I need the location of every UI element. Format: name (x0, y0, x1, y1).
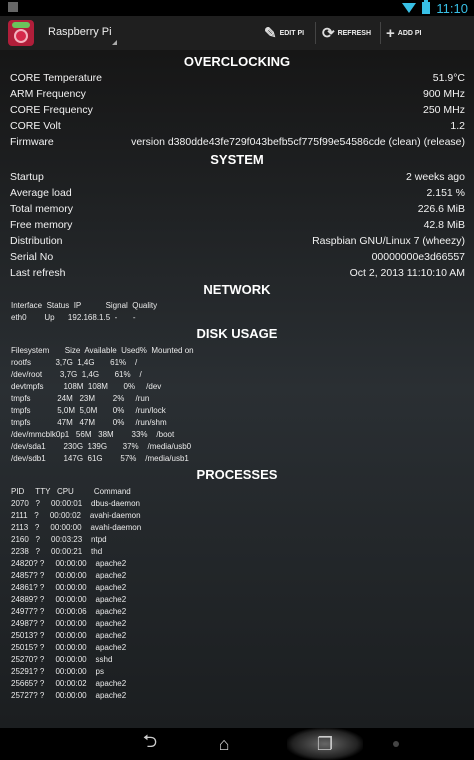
refresh-label: REFRESH (337, 29, 372, 37)
recent-apps-icon[interactable]: ❐ (305, 728, 345, 760)
process-row: 25270? ? 00:00:00 sshd (11, 655, 113, 664)
action-divider (315, 22, 316, 44)
add-pi-label: ADD PI (397, 29, 422, 37)
dropdown-arrow-icon[interactable] (112, 40, 117, 45)
disk-row: rootfs 3,7G 1,4G 61% / (11, 358, 138, 367)
process-row: 24861? ? 00:00:00 apache2 (11, 583, 127, 592)
process-row: 24977? ? 00:00:06 apache2 (11, 607, 127, 616)
process-row: 25013? ? 00:00:00 apache2 (11, 631, 127, 640)
disk-row: devtmpfs 108M 108M 0% /dev (11, 382, 162, 391)
disk-row: tmpfs 5,0M 5,0M 0% /run/lock (11, 406, 166, 415)
pencil-icon: ✎ (264, 25, 277, 42)
network-header: Interface Status IP Signal Quality (11, 301, 158, 310)
disk-row: tmpfs 47M 47M 0% /run/shm (11, 418, 167, 427)
process-row: 2111 ? 00:00:02 avahi-daemon (11, 511, 141, 520)
process-row: 2113 ? 00:00:00 avahi-daemon (11, 523, 142, 532)
process-row: 2070 ? 00:00:01 dbus-daemon (11, 499, 140, 508)
section-title-disk-usage: DISK USAGE (196, 326, 278, 341)
section-title-overclocking: OVERCLOCKING (183, 54, 291, 69)
plus-icon: + (386, 24, 395, 42)
menu-dot-icon[interactable] (393, 741, 399, 747)
disk-row: /dev/mmcblk0p1 56M 38M 33% /boot (11, 430, 175, 439)
process-row: 25291? ? 00:00:00 ps (11, 667, 104, 676)
network-row: eth0 Up 192.168.1.5 - - (11, 313, 136, 322)
process-row: 2238 ? 00:00:21 thd (11, 547, 103, 556)
back-icon[interactable]: ⮌ (130, 728, 170, 760)
section-title-processes: PROCESSES (196, 467, 278, 482)
clock: 11:10 (436, 0, 468, 16)
navigation-bar: ⮌ ⌂ ❐ (0, 728, 474, 760)
process-row: 2160 ? 00:03:23 ntpd (11, 535, 107, 544)
wifi-icon (402, 3, 417, 13)
raspberry-pi-logo-icon (8, 20, 34, 46)
status-bar: 11:10 (0, 0, 474, 16)
main-content[interactable]: OVERCLOCKING CORE Temperature 51.9°C ARM … (0, 50, 474, 728)
refresh-icon: ⟳ (322, 25, 335, 42)
disk-row: /dev/root 3,7G 1,4G 61% / (11, 370, 142, 379)
disk-row: /dev/sda1 230G 139G 37% /media/usb0 (11, 442, 192, 451)
process-row: 25015? ? 00:00:00 apache2 (11, 643, 127, 652)
process-row: 25727? ? 00:00:00 apache2 (11, 691, 127, 700)
section-title-network: NETWORK (203, 282, 271, 297)
disk-header: Filesystem Size Available Used% Mounted … (11, 346, 194, 355)
add-pi-button[interactable]: + ADD PI (386, 16, 422, 50)
process-header: PID TTY CPU Command (11, 487, 131, 496)
process-row: 24857? ? 00:00:00 apache2 (11, 571, 127, 580)
action-bar: Raspberry Pi ✎ EDIT PI ⟳ REFRESH + ADD P… (0, 16, 474, 51)
disk-row: tmpfs 24M 23M 2% /run (11, 394, 150, 403)
edit-pi-button[interactable]: ✎ EDIT PI (264, 16, 304, 50)
process-row: 25665? ? 00:00:02 apache2 (11, 679, 127, 688)
notification-icon (8, 2, 18, 12)
pi-selector[interactable]: Raspberry Pi (48, 26, 112, 38)
process-row: 24889? ? 00:00:00 apache2 (11, 595, 127, 604)
refresh-button[interactable]: ⟳ REFRESH (322, 16, 371, 50)
disk-row: /dev/sdb1 147G 61G 57% /media/usb1 (11, 454, 189, 463)
section-title-system: SYSTEM (210, 152, 264, 167)
process-row: 24820? ? 00:00:00 apache2 (11, 559, 127, 568)
edit-pi-label: EDIT PI (279, 29, 305, 37)
home-icon[interactable]: ⌂ (204, 728, 244, 760)
battery-icon (422, 0, 431, 14)
action-divider (380, 22, 381, 44)
process-row: 24987? ? 00:00:00 apache2 (11, 619, 127, 628)
